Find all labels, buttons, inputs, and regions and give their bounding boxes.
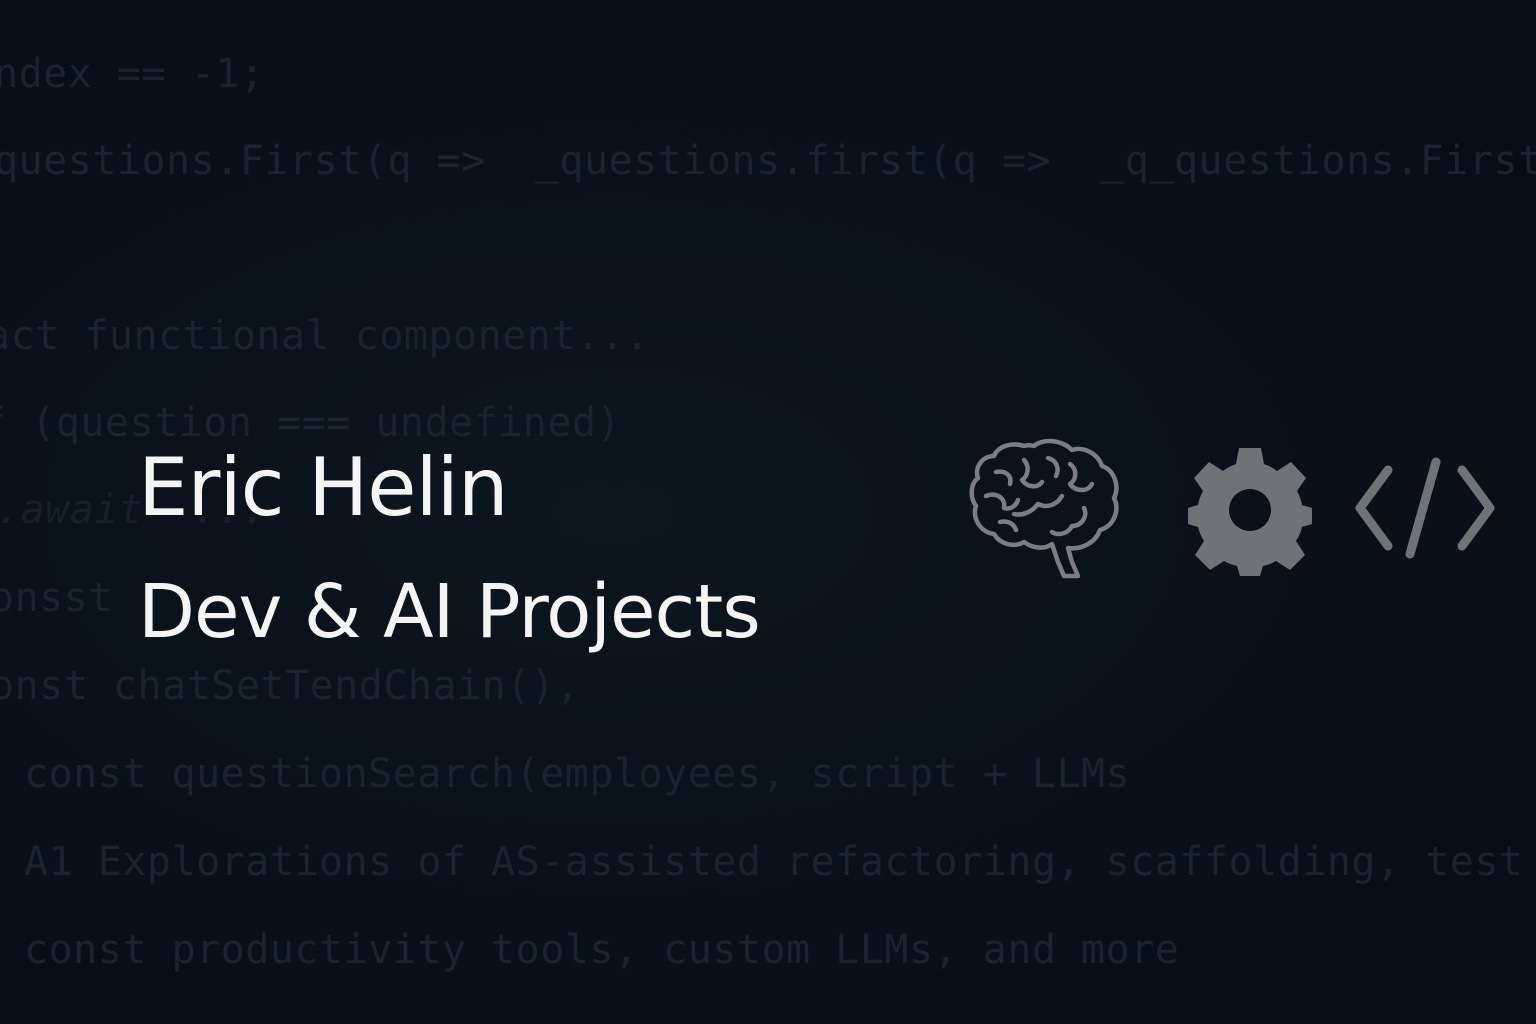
hero-banner: ndex == -1; questions.First(q => _questi…	[0, 0, 1536, 1024]
code-icon	[1355, 457, 1495, 559]
page-title: Eric Helin	[138, 441, 509, 534]
code-line: const questionSearch(employees, script +…	[24, 751, 1131, 797]
page-subtitle: Dev & AI Projects	[138, 569, 761, 655]
gear-icon	[1188, 448, 1312, 576]
code-line: onsst	[0, 575, 113, 621]
code-line: act functional component...	[0, 313, 650, 359]
code-line: questions.First(q => _questions.first(q …	[0, 138, 1536, 184]
brain-icon	[969, 438, 1119, 579]
code-line: A1 Explorations of AS-assisted refactori…	[24, 839, 1536, 885]
code-line: onst chatSetTendChain(),	[0, 663, 580, 709]
code-line: const productivity tools, custom LLMs, a…	[24, 927, 1180, 973]
code-line: ndex == -1;	[0, 51, 265, 97]
title-block: Eric Helin Dev & AI Projects	[138, 440, 761, 656]
